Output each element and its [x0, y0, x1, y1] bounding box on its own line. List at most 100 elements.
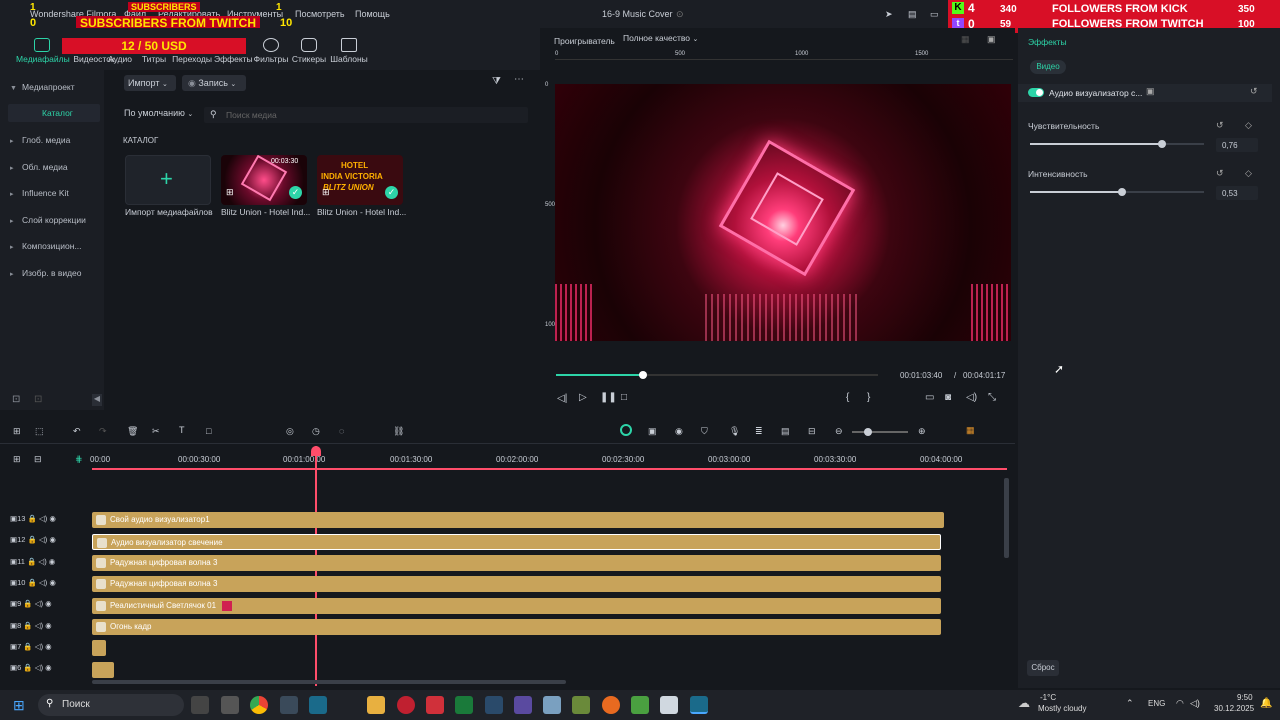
lock-icon[interactable]: 🔒 — [23, 599, 32, 608]
link-track-icon[interactable]: ⊟ — [34, 454, 42, 465]
mic-icon[interactable]: 🎙 — [729, 426, 740, 437]
select-tool-icon[interactable]: ⬚ — [35, 426, 44, 437]
shield-icon[interactable]: ⛉ — [701, 426, 708, 437]
intensity-slider[interactable] — [1030, 188, 1204, 196]
sidebar-item-image-to-video[interactable]: ▸ Изобр. в видео — [10, 268, 82, 278]
speed-icon[interactable]: ◷ — [312, 426, 320, 437]
prev-frame-icon[interactable]: ◁| — [557, 393, 567, 404]
timeline-vscrollbar[interactable] — [1004, 478, 1009, 558]
volume-icon[interactable]: ◁) — [39, 514, 47, 523]
tab-filters[interactable]: Фильтры — [252, 36, 290, 70]
app-icon[interactable] — [426, 696, 444, 714]
playback-slider[interactable] — [556, 371, 878, 379]
zoom-out-icon[interactable]: ⊖ — [835, 426, 843, 437]
search-input[interactable]: ⚲ Поиск медиа — [204, 107, 528, 123]
volume-icon[interactable]: ◁) — [39, 578, 47, 587]
camera-icon[interactable]: ◙ — [945, 392, 951, 403]
zoom-in-icon[interactable]: ⊕ — [918, 426, 926, 437]
speaker-icon[interactable]: ◁) — [1190, 698, 1200, 709]
eye-icon[interactable]: ◉ — [49, 578, 56, 587]
timeline-clip[interactable]: Свой аудио визуализатор1 — [92, 512, 944, 528]
wifi-icon[interactable]: ◠ — [1176, 698, 1184, 709]
cut-icon[interactable]: ✂ — [152, 426, 160, 437]
grid-icon[interactable]: ▦ — [961, 34, 970, 45]
sensitivity-keyframe-icon[interactable]: ◇ — [1245, 120, 1252, 131]
intensity-keyframe-icon[interactable]: ◇ — [1245, 168, 1252, 179]
eye-icon[interactable]: ◉ — [45, 663, 52, 672]
effects-tab[interactable]: Эффекты — [1028, 37, 1067, 47]
send-icon[interactable]: ➤ — [885, 9, 893, 20]
volume-icon[interactable]: ◁) — [35, 599, 43, 608]
sidebar-item-adjustment[interactable]: ▸ Слой коррекции — [10, 215, 86, 225]
mark-in-icon[interactable]: { — [846, 392, 849, 403]
app-icon[interactable] — [221, 696, 239, 714]
filmora-active-icon[interactable] — [690, 696, 708, 714]
catalog-item[interactable]: Каталог — [8, 104, 100, 122]
eye-icon[interactable]: ◉ — [49, 535, 56, 544]
eye-icon[interactable]: ◉ — [49, 557, 56, 566]
reset-button[interactable]: Сброс — [1027, 660, 1059, 676]
mark-out-icon[interactable]: } — [867, 392, 870, 403]
record-button[interactable]: ◉ Запись ⌄ — [182, 75, 246, 91]
redo-icon[interactable]: ↷ — [99, 426, 107, 437]
snap-icon[interactable]: ⋕ — [75, 454, 83, 465]
volume-icon[interactable]: ◁) — [35, 621, 43, 630]
folder-icon[interactable] — [367, 696, 385, 714]
intensity-reset-icon[interactable]: ↺ — [1216, 168, 1224, 179]
display-icon[interactable]: ▭ — [925, 392, 934, 403]
intensity-value[interactable]: 0,53 — [1216, 186, 1258, 200]
timeline-clip-selected[interactable]: Аудио визуализатор свечение — [92, 534, 941, 550]
timeline-clip[interactable]: Радужная цифровая волна 3 — [92, 576, 941, 592]
video-subtab[interactable]: Видео — [1030, 60, 1066, 74]
play-icon[interactable]: ▷ — [579, 392, 587, 403]
lock-icon[interactable]: 🔒 — [28, 514, 37, 523]
playback-knob[interactable] — [639, 371, 647, 379]
eye-icon[interactable]: ◉ — [45, 642, 52, 651]
chrome-icon[interactable] — [250, 696, 268, 714]
lock-icon[interactable]: 🔒 — [23, 663, 32, 672]
effect-toggle[interactable] — [1028, 88, 1044, 97]
layout-icon[interactable]: ▭ — [930, 9, 939, 20]
tab-stickers[interactable]: Стикеры — [290, 36, 328, 70]
import-button[interactable]: Импорт ⌄ — [124, 75, 176, 91]
stop-icon[interactable]: □ — [621, 392, 627, 403]
text-icon[interactable]: T — [179, 425, 185, 435]
audio-mix-icon[interactable]: ≣ — [755, 426, 763, 437]
minecraft-icon[interactable] — [572, 696, 590, 714]
volume-icon[interactable]: ◁) — [38, 557, 46, 566]
app-icon[interactable] — [543, 696, 561, 714]
timeline-clip-small[interactable] — [92, 640, 106, 656]
timeline-clip[interactable]: Огонь кадр — [92, 619, 941, 635]
timeline-clip-small[interactable] — [92, 662, 114, 678]
sensitivity-slider[interactable] — [1030, 140, 1204, 148]
timeline-clip[interactable]: Реалистичный Светлячок 01 — [92, 598, 941, 614]
replace-icon[interactable]: ⊟ — [808, 426, 816, 437]
color-icon[interactable]: ◌ — [339, 426, 344, 436]
quality-dropdown[interactable]: Полное качество ⌄ — [623, 33, 711, 47]
eye-icon[interactable]: ◉ — [45, 621, 52, 630]
media-thumbnail-2[interactable]: HOTEL INDIA VICTORIA BLITZ UNION ⊞ ✓ — [317, 155, 403, 205]
message-icon[interactable]: ▤ — [908, 9, 917, 20]
media-thumbnail-1[interactable]: 00:03:30 ⊞ ✓ — [221, 155, 307, 205]
sidebar-item-compound[interactable]: ▸ Композицион... — [10, 241, 82, 251]
tab-media[interactable]: Медиафайлы — [16, 36, 70, 70]
add-track-icon[interactable]: ⊞ — [13, 454, 21, 465]
lock-icon[interactable]: 🔒 — [27, 557, 36, 566]
filmora-icon[interactable] — [309, 696, 327, 714]
app-icon[interactable] — [631, 696, 649, 714]
app-icon[interactable] — [280, 696, 298, 714]
media-project-item[interactable]: ▼ Медиапроект — [10, 82, 75, 92]
volume-icon[interactable]: ◁) — [35, 642, 43, 651]
timeline-clip[interactable]: Радужная цифровая волна 3 — [92, 555, 941, 571]
volume-icon[interactable]: ◁) — [39, 535, 47, 544]
eye-icon[interactable]: ◉ — [49, 514, 56, 523]
tray-chevron-icon[interactable]: ⌃ — [1126, 698, 1134, 709]
more-icon[interactable]: ⋯ — [514, 74, 524, 85]
render-icon[interactable]: ▣ — [648, 426, 657, 437]
taskbar-search[interactable]: ⚲ Поиск — [38, 694, 184, 716]
app-icon[interactable] — [514, 696, 532, 714]
filter-icon[interactable]: ⧩ — [492, 76, 501, 87]
timeline-hscrollbar[interactable] — [92, 680, 566, 684]
tab-templates[interactable]: Шаблоны — [330, 36, 368, 70]
undo-icon[interactable]: ↶ — [73, 426, 81, 437]
